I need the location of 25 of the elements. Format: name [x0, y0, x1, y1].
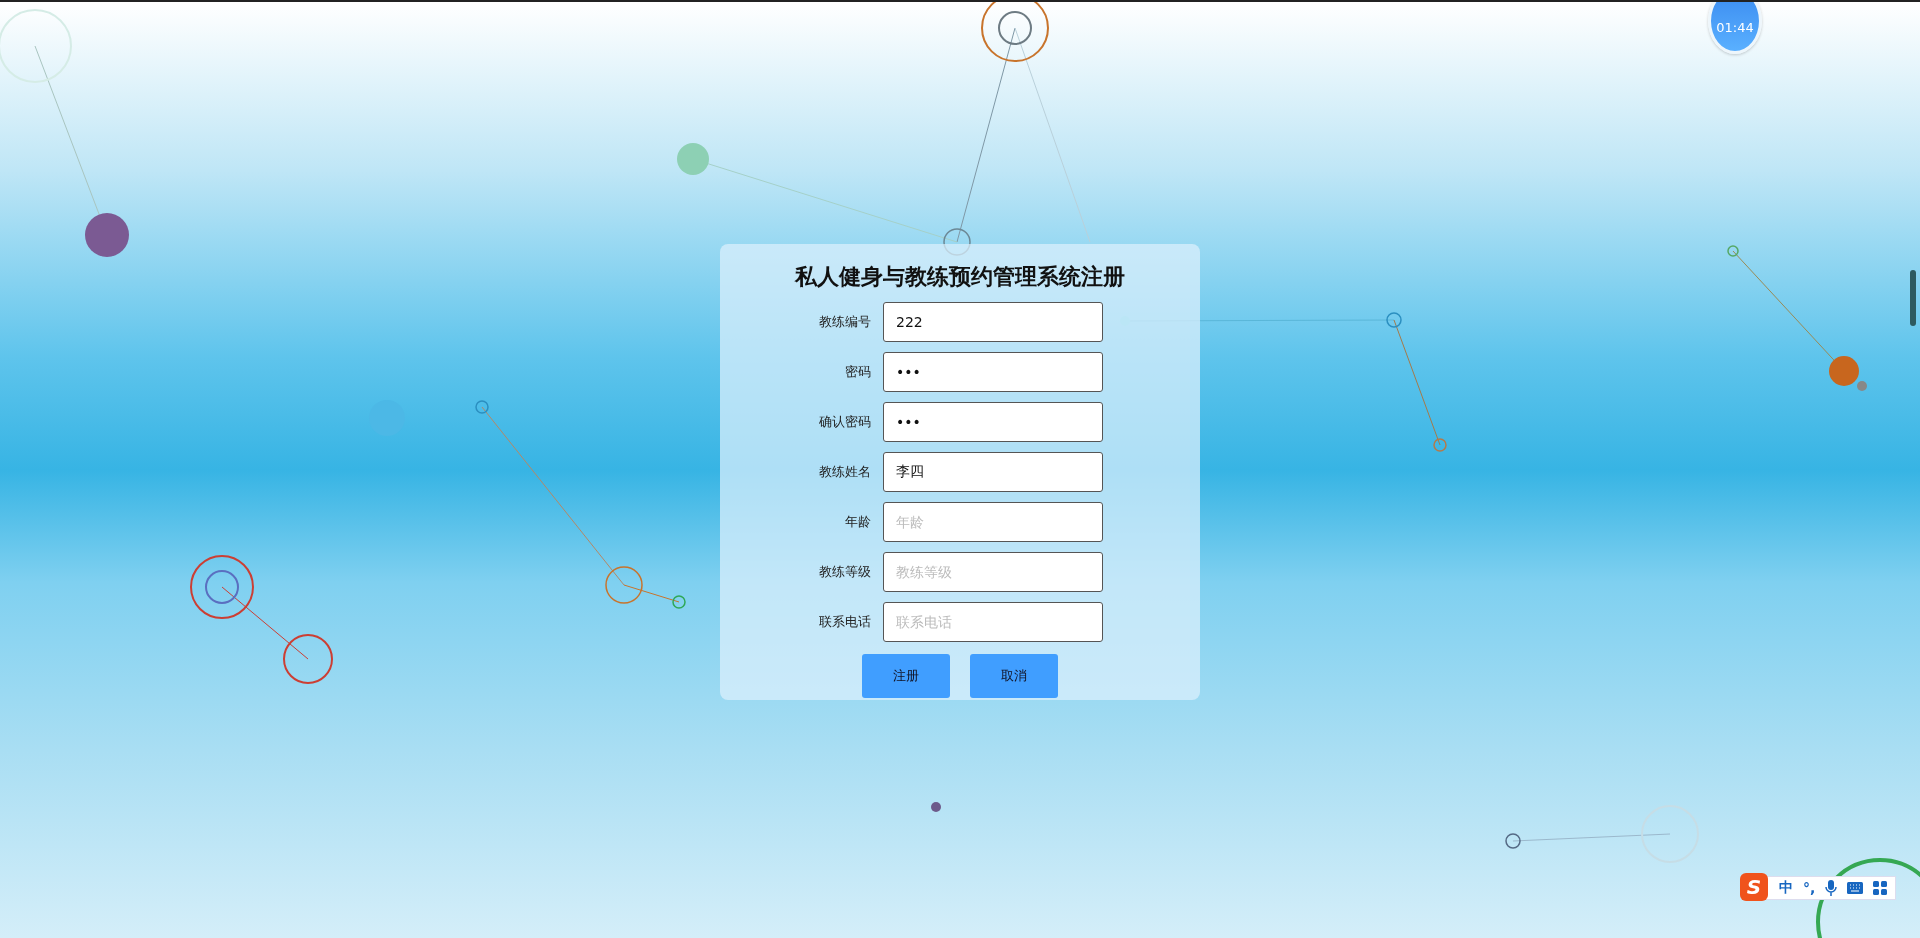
- input-field[interactable]: 李四: [883, 452, 1103, 492]
- input-field[interactable]: 年龄: [883, 502, 1103, 542]
- field-label: 教练等级: [818, 563, 871, 581]
- input-field[interactable]: 222: [883, 302, 1103, 342]
- input-field[interactable]: 联系电话: [883, 602, 1103, 642]
- ime-logo[interactable]: S: [1740, 873, 1768, 901]
- timer-badge: 01:44: [1708, 2, 1762, 54]
- cancel-button[interactable]: 取消: [970, 654, 1058, 698]
- microphone-icon[interactable]: [1825, 880, 1838, 896]
- ime-mode-toggle[interactable]: 中: [1779, 879, 1793, 897]
- field-label: 联系电话: [818, 613, 871, 631]
- ime-punctuation-toggle[interactable]: °,: [1803, 880, 1816, 896]
- input-field[interactable]: •••: [883, 352, 1103, 392]
- keyboard-icon[interactable]: [1847, 882, 1864, 894]
- field-label: 教练姓名: [818, 463, 871, 481]
- input-field[interactable]: 教练等级: [883, 552, 1103, 592]
- input-field[interactable]: •••: [883, 402, 1103, 442]
- register-button[interactable]: 注册: [862, 654, 950, 698]
- field-label: 教练编号: [818, 313, 871, 331]
- field-label: 密码: [844, 363, 871, 381]
- field-label: 确认密码: [818, 413, 871, 431]
- field-label: 年龄: [844, 513, 871, 531]
- grid-icon[interactable]: [1873, 881, 1888, 895]
- scrollbar-thumb[interactable]: [1910, 270, 1916, 326]
- form-title: 私人健身与教练预约管理系统注册: [795, 263, 1125, 291]
